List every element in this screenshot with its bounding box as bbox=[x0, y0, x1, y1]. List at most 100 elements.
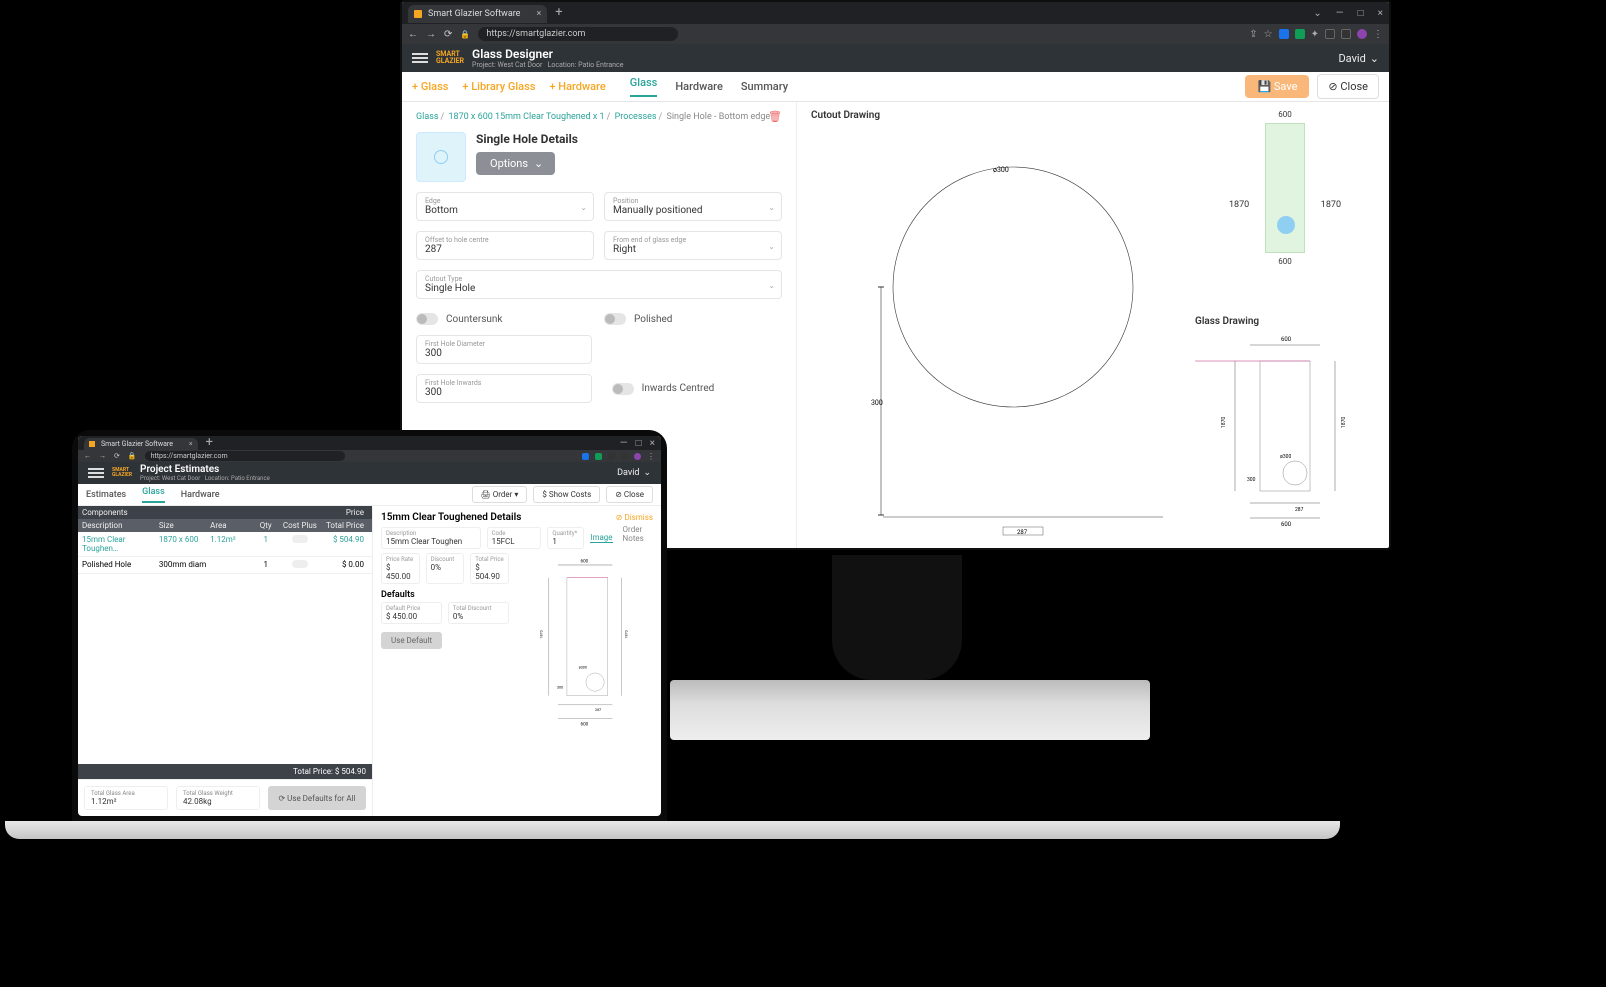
svg-text:300: 300 bbox=[557, 685, 563, 689]
add-hardware-button[interactable]: + Hardware bbox=[549, 80, 605, 93]
breadcrumb-current: Single Hole - Bottom edge bbox=[667, 112, 771, 122]
back-icon[interactable]: ← bbox=[84, 452, 91, 460]
profile-avatar[interactable] bbox=[634, 453, 641, 460]
stat-weight: Total Glass Weight 42.08kg bbox=[176, 786, 260, 810]
cutout-type-select[interactable]: Cutout Type Single Hole ⌄ bbox=[416, 270, 782, 299]
chevron-down-icon: ⌄ bbox=[643, 468, 651, 478]
profile-avatar[interactable] bbox=[1357, 29, 1367, 39]
qty-input[interactable]: Quantity* 1 bbox=[547, 527, 584, 549]
delete-icon[interactable]: 🗑 bbox=[768, 110, 782, 123]
from-end-select[interactable]: From end of glass edge Right ⌄ bbox=[604, 231, 782, 260]
forward-icon[interactable]: → bbox=[426, 29, 436, 40]
table-row[interactable]: 15mm Clear Toughen… 1870 x 600 1.12m² 1 … bbox=[78, 532, 372, 557]
chevron-down-icon[interactable]: ⌄ bbox=[1313, 8, 1321, 19]
offset-input[interactable]: Offset to hole centre 287 bbox=[416, 231, 594, 260]
chevron-down-icon: ⌄ bbox=[580, 203, 587, 212]
extension-icon[interactable] bbox=[1295, 29, 1305, 39]
svg-text:ø300: ø300 bbox=[993, 166, 1009, 174]
countersunk-toggle[interactable]: Countersunk bbox=[416, 313, 594, 325]
user-menu[interactable]: David ⌄ bbox=[1338, 52, 1379, 65]
use-default-button[interactable]: Use Default bbox=[381, 632, 442, 649]
minimize-icon[interactable]: — bbox=[1336, 8, 1344, 19]
browser-tab[interactable]: Smart Glazier Software × bbox=[84, 438, 198, 450]
extension-icon[interactable] bbox=[608, 453, 615, 460]
kebab-menu-icon[interactable]: ⋮ bbox=[1373, 29, 1383, 40]
tab-glass[interactable]: Glass bbox=[142, 487, 165, 503]
url-field[interactable]: https://smartglazier.com bbox=[145, 451, 345, 461]
discount-input[interactable]: Discount 0% bbox=[426, 553, 465, 584]
hamburger-icon[interactable] bbox=[88, 466, 104, 480]
diameter-input[interactable]: First Hole Diameter 300 bbox=[416, 335, 592, 364]
close-window-icon[interactable]: × bbox=[1378, 8, 1383, 19]
breadcrumb-processes[interactable]: Processes bbox=[615, 112, 657, 122]
browser-addressbar: ← → ⟳ 🔒 https://smartglazier.com ⇪ ☆ ✦ ⋮ bbox=[402, 24, 1389, 44]
tab-estimates[interactable]: Estimates bbox=[86, 490, 126, 500]
forward-icon[interactable]: → bbox=[99, 452, 106, 460]
order-button[interactable]: 🖨 Order ▾ bbox=[472, 486, 528, 503]
extension-icon[interactable] bbox=[582, 453, 589, 460]
user-menu[interactable]: David ⌄ bbox=[617, 468, 651, 478]
star-icon[interactable]: ☆ bbox=[1264, 29, 1273, 40]
options-button[interactable]: Options ⌄ bbox=[476, 152, 555, 175]
price-rate-input[interactable]: Price Rate $ 450.00 bbox=[381, 553, 420, 584]
reload-icon[interactable]: ⟳ bbox=[114, 452, 120, 460]
breadcrumb-glass[interactable]: Glass bbox=[416, 112, 439, 122]
svg-text:287: 287 bbox=[1295, 507, 1304, 513]
save-button[interactable]: 💾 Save bbox=[1245, 75, 1309, 98]
svg-text:1870: 1870 bbox=[539, 630, 543, 638]
puzzle-icon[interactable]: ✦ bbox=[1311, 29, 1319, 40]
tab-glass[interactable]: Glass bbox=[630, 76, 658, 97]
extension-icon[interactable] bbox=[1341, 29, 1351, 39]
use-defaults-all-button[interactable]: ⟳ Use Defaults for All bbox=[268, 786, 366, 810]
maximize-icon[interactable]: □ bbox=[1358, 8, 1364, 19]
tab-image[interactable]: Image bbox=[590, 533, 612, 543]
add-library-glass-button[interactable]: + Library Glass bbox=[462, 80, 535, 93]
url-field[interactable]: https://smartglazier.com bbox=[478, 27, 678, 41]
edge-select[interactable]: Edge Bottom ⌄ bbox=[416, 192, 594, 221]
table-row[interactable]: Polished Hole 300mm diam 1 $ 0.00 bbox=[78, 557, 372, 574]
maximize-icon[interactable]: □ bbox=[636, 438, 642, 449]
page-title: Project Estimates bbox=[140, 464, 270, 475]
close-tab-icon[interactable]: × bbox=[189, 440, 193, 448]
table-total: Total Price: $ 504.90 bbox=[78, 764, 372, 779]
close-window-icon[interactable]: × bbox=[650, 438, 655, 449]
kebab-menu-icon[interactable]: ⋮ bbox=[647, 452, 655, 461]
svg-text:600: 600 bbox=[580, 558, 588, 564]
minimize-icon[interactable]: — bbox=[620, 438, 628, 449]
inwards-centred-toggle[interactable]: Inwards Centred bbox=[612, 383, 782, 395]
extension-icon[interactable] bbox=[595, 453, 602, 460]
extension-icon[interactable] bbox=[1279, 29, 1289, 39]
reload-icon[interactable]: ⟳ bbox=[444, 29, 452, 40]
close-button[interactable]: ⊘ Close bbox=[1317, 74, 1379, 99]
tab-title: Smart Glazier Software bbox=[428, 9, 520, 19]
close-tab-icon[interactable]: × bbox=[536, 9, 541, 19]
show-costs-button[interactable]: $ Show Costs bbox=[533, 486, 600, 503]
new-tab-button[interactable]: + bbox=[555, 8, 562, 18]
tab-summary[interactable]: Summary bbox=[741, 80, 788, 93]
add-glass-button[interactable]: + Glass bbox=[412, 80, 448, 93]
extension-icon[interactable] bbox=[1325, 29, 1335, 39]
back-icon[interactable]: ← bbox=[408, 29, 418, 40]
hamburger-icon[interactable] bbox=[412, 51, 428, 65]
extension-icon[interactable] bbox=[621, 453, 628, 460]
tab-hardware[interactable]: Hardware bbox=[675, 80, 723, 93]
svg-text:1870: 1870 bbox=[1221, 417, 1227, 428]
desc-input[interactable]: Description 15mm Clear Toughen bbox=[381, 527, 481, 549]
polished-toggle[interactable]: Polished bbox=[604, 313, 782, 325]
position-select[interactable]: Position Manually positioned ⌄ bbox=[604, 192, 782, 221]
close-button[interactable]: ⊘ Close bbox=[606, 486, 653, 503]
glass-drawing-title: Glass Drawing bbox=[1195, 316, 1375, 327]
share-icon[interactable]: ⇪ bbox=[1249, 29, 1257, 40]
svg-text:ø300: ø300 bbox=[1280, 454, 1291, 460]
tab-hardware[interactable]: Hardware bbox=[181, 490, 220, 500]
hole-thumbnail bbox=[416, 132, 466, 182]
breadcrumb-item[interactable]: 1870 x 600 15mm Clear Toughened x 1 bbox=[448, 112, 604, 122]
inwards-input[interactable]: First Hole Inwards 300 bbox=[416, 374, 592, 403]
svg-text:287: 287 bbox=[1017, 529, 1028, 536]
code-input[interactable]: Code 15FCL bbox=[487, 527, 542, 549]
dim-top: 600 bbox=[1195, 110, 1375, 119]
new-tab-button[interactable]: + bbox=[206, 438, 213, 448]
dismiss-button[interactable]: ⊘ Dismiss bbox=[616, 513, 653, 522]
tab-order-notes[interactable]: Order Notes bbox=[623, 525, 653, 543]
browser-tab[interactable]: Smart Glazier Software × bbox=[408, 5, 547, 23]
